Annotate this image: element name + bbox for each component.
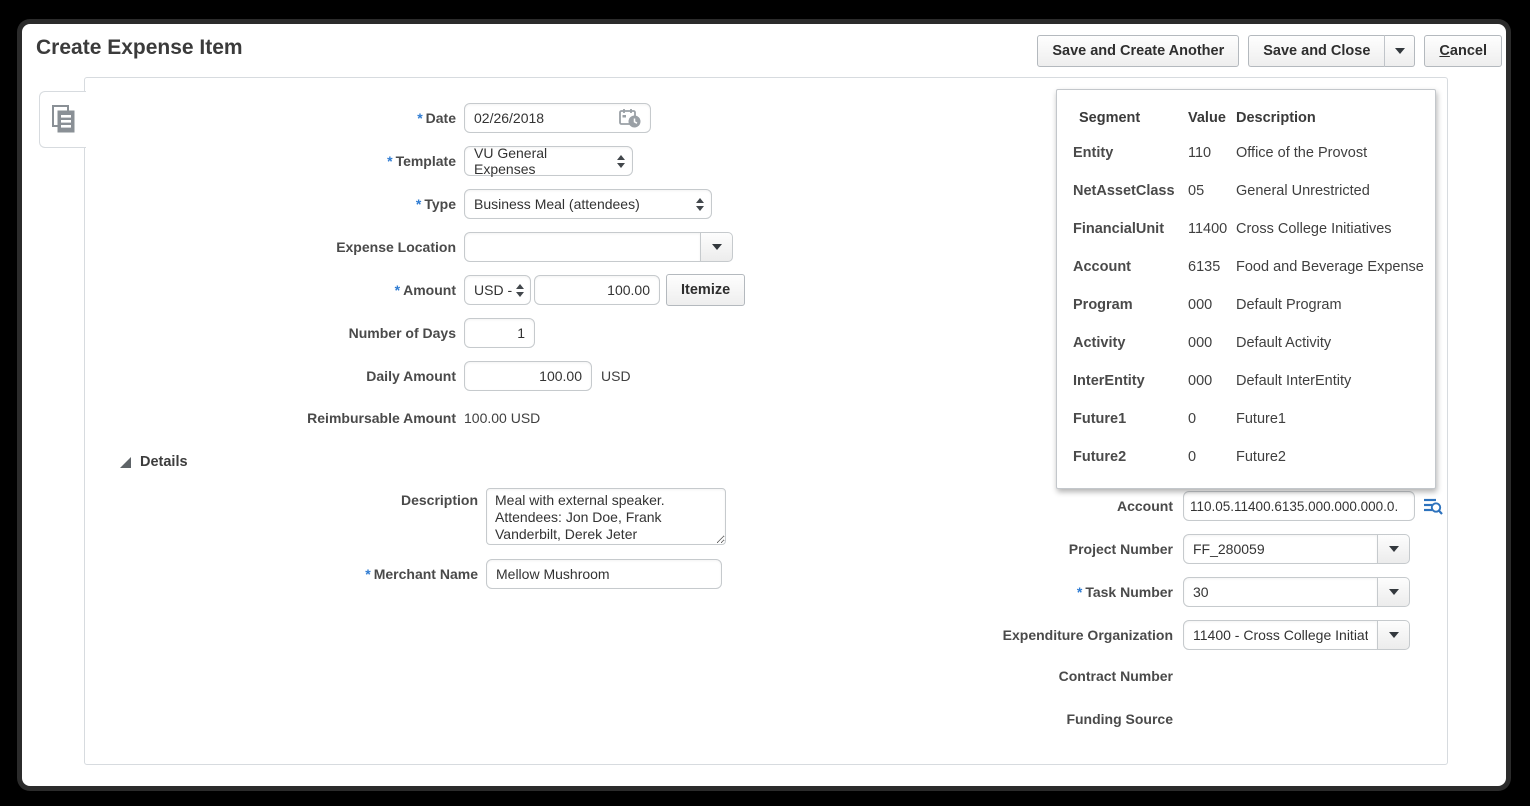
- amount-label: *Amount: [85, 282, 456, 299]
- cancel-button[interactable]: Cancel: [1424, 35, 1502, 67]
- funding-source-label: Funding Source: [85, 711, 1173, 728]
- template-label: *Template: [85, 153, 456, 170]
- spinner-icon: [516, 284, 524, 297]
- toolbar: Save and Create Another Save and Close C…: [1037, 35, 1502, 67]
- create-expense-item-dialog: Create Expense Item Save and Create Anot…: [22, 24, 1506, 786]
- amount-input[interactable]: [534, 275, 660, 305]
- segments-header-row: Segment Value Description: [1073, 102, 1425, 134]
- chevron-down-icon: [1395, 48, 1405, 54]
- document-copy-icon: [50, 104, 77, 135]
- task-number-label: *Task Number: [85, 584, 1173, 601]
- funding-source-row: Funding Source: [85, 704, 1173, 734]
- required-marker: *: [1077, 584, 1082, 600]
- account-lookup-icon[interactable]: [1422, 496, 1443, 516]
- details-section-header[interactable]: Details: [119, 452, 188, 472]
- expenditure-organization-row: Expenditure Organization: [85, 620, 1410, 650]
- segment-row: Account 6135 Food and Beverage Expense: [1073, 248, 1425, 286]
- spinner-icon: [617, 155, 625, 168]
- account-segments-popup: Segment Value Description Entity 110 Off…: [1056, 89, 1436, 489]
- save-and-create-another-button[interactable]: Save and Create Another: [1037, 35, 1239, 67]
- required-marker: *: [387, 153, 392, 169]
- daily-amount-label: Daily Amount: [85, 368, 456, 385]
- task-number-dropdown-button[interactable]: [1377, 577, 1410, 607]
- cancel-label-initial: C: [1439, 43, 1449, 59]
- date-label: *Date: [85, 110, 456, 127]
- contract-number-label: Contract Number: [85, 668, 1173, 685]
- template-row: *Template VU General Expenses: [85, 146, 633, 176]
- save-and-close-menu-button[interactable]: [1384, 35, 1415, 67]
- type-select[interactable]: Business Meal (attendees): [464, 189, 712, 219]
- expense-location-dropdown-button[interactable]: [700, 232, 733, 262]
- required-marker: *: [395, 282, 400, 298]
- page-title: Create Expense Item: [36, 36, 243, 60]
- cancel-label-rest: ancel: [1450, 43, 1487, 59]
- expense-location-label: Expense Location: [85, 239, 456, 256]
- type-row: *Type Business Meal (attendees): [85, 189, 712, 219]
- segment-row: Entity 110 Office of the Provost: [1073, 134, 1425, 172]
- contract-number-row: Contract Number: [85, 661, 1173, 691]
- expenditure-organization-dropdown-button[interactable]: [1377, 620, 1410, 650]
- disclosure-triangle-icon: [119, 456, 132, 469]
- segment-row: Future1 0 Future1: [1073, 400, 1425, 438]
- chevron-down-icon: [1389, 546, 1399, 552]
- required-marker: *: [417, 110, 422, 126]
- description-column-header: Description: [1236, 110, 1425, 126]
- expense-item-tab[interactable]: [39, 91, 86, 148]
- chevron-down-icon: [712, 244, 722, 250]
- date-row: *Date: [85, 103, 651, 133]
- daily-amount-currency-suffix: USD: [601, 368, 631, 384]
- segment-row: Activity 000 Default Activity: [1073, 324, 1425, 362]
- date-input[interactable]: [465, 105, 618, 131]
- details-header-label: Details: [140, 454, 188, 470]
- save-and-close-split-button: Save and Close: [1248, 35, 1415, 67]
- save-and-close-button[interactable]: Save and Close: [1248, 35, 1384, 67]
- account-input[interactable]: [1183, 491, 1415, 521]
- expenditure-organization-input[interactable]: [1183, 620, 1378, 650]
- project-number-dropdown-button[interactable]: [1377, 534, 1410, 564]
- account-row: Account: [85, 491, 1443, 521]
- type-label: *Type: [85, 196, 456, 213]
- project-number-input[interactable]: [1183, 534, 1378, 564]
- date-field: [464, 103, 651, 133]
- reimbursable-amount-row: Reimbursable Amount 100.00 USD: [85, 403, 540, 433]
- number-of-days-row: Number of Days: [85, 318, 535, 348]
- calendar-clock-icon[interactable]: [618, 107, 643, 130]
- task-number-input[interactable]: [1183, 577, 1378, 607]
- expenditure-organization-label: Expenditure Organization: [85, 627, 1173, 644]
- template-value: VU General Expenses: [474, 145, 611, 177]
- amount-row: *Amount USD - Itemize: [85, 275, 745, 305]
- chevron-down-icon: [1389, 589, 1399, 595]
- segment-column-header: Segment: [1073, 110, 1188, 126]
- value-column-header: Value: [1188, 110, 1236, 126]
- required-marker: *: [416, 196, 421, 212]
- currency-value: USD -: [474, 282, 512, 298]
- task-number-row: *Task Number: [85, 577, 1410, 607]
- project-number-row: Project Number: [85, 534, 1410, 564]
- daily-amount-input[interactable]: [464, 361, 592, 391]
- currency-select[interactable]: USD -: [464, 275, 531, 305]
- account-label: Account: [85, 498, 1173, 515]
- segment-row: Program 000 Default Program: [1073, 286, 1425, 324]
- expense-location-row: Expense Location: [85, 232, 733, 262]
- template-select[interactable]: VU General Expenses: [464, 146, 633, 176]
- segment-row: InterEntity 000 Default InterEntity: [1073, 362, 1425, 400]
- itemize-button[interactable]: Itemize: [666, 274, 745, 306]
- number-of-days-label: Number of Days: [85, 325, 456, 342]
- chevron-down-icon: [1389, 632, 1399, 638]
- project-number-label: Project Number: [85, 541, 1173, 558]
- expense-form-panel: *Date: [84, 77, 1448, 765]
- type-value: Business Meal (attendees): [474, 196, 640, 212]
- daily-amount-row: Daily Amount USD: [85, 361, 631, 391]
- segment-row: Future2 0 Future2: [1073, 438, 1425, 476]
- reimbursable-amount-value: 100.00 USD: [464, 410, 540, 426]
- segment-row: NetAssetClass 05 General Unrestricted: [1073, 172, 1425, 210]
- segment-row: FinancialUnit 11400 Cross College Initia…: [1073, 210, 1425, 248]
- expense-location-input[interactable]: [464, 232, 701, 262]
- spinner-icon: [696, 198, 704, 211]
- reimbursable-amount-label: Reimbursable Amount: [85, 410, 456, 427]
- number-of-days-input[interactable]: [464, 318, 535, 348]
